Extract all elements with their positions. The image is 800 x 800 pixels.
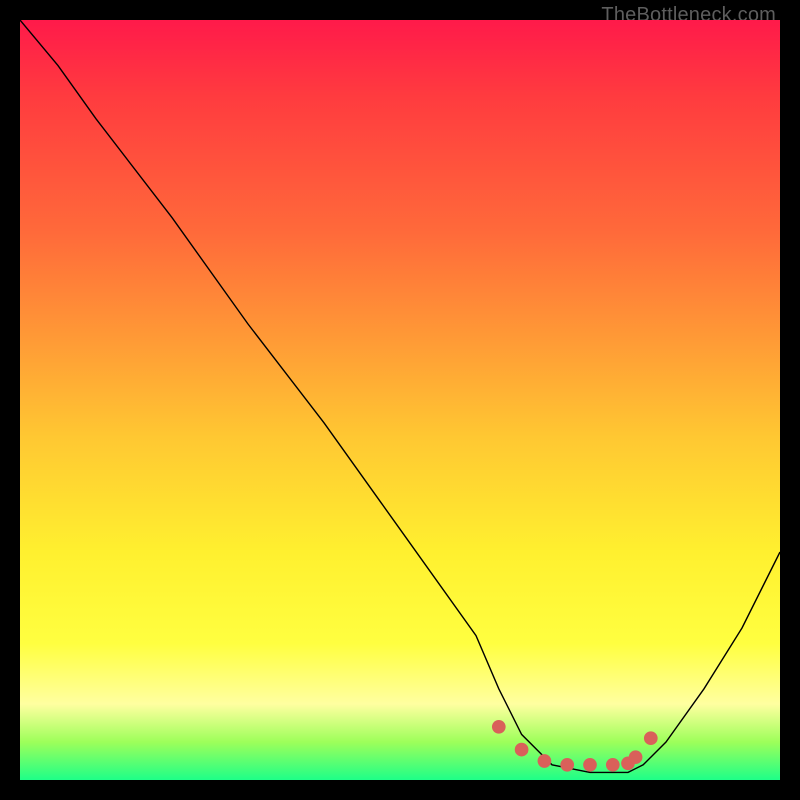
chart-frame: TheBottleneck.com — [0, 0, 800, 800]
sweet-spot-dot — [644, 731, 658, 745]
bottleneck-curve — [20, 20, 780, 772]
sweet-spot-dot — [538, 754, 552, 768]
sweet-spot-dot — [629, 750, 643, 764]
sweet-spot-dot — [515, 743, 529, 757]
plot-area — [20, 20, 780, 780]
sweet-spot-dot — [492, 720, 506, 734]
sweet-spot-markers — [492, 720, 658, 772]
sweet-spot-dot — [606, 758, 620, 772]
curve-svg — [20, 20, 780, 780]
sweet-spot-dot — [583, 758, 597, 772]
sweet-spot-dot — [560, 758, 574, 772]
